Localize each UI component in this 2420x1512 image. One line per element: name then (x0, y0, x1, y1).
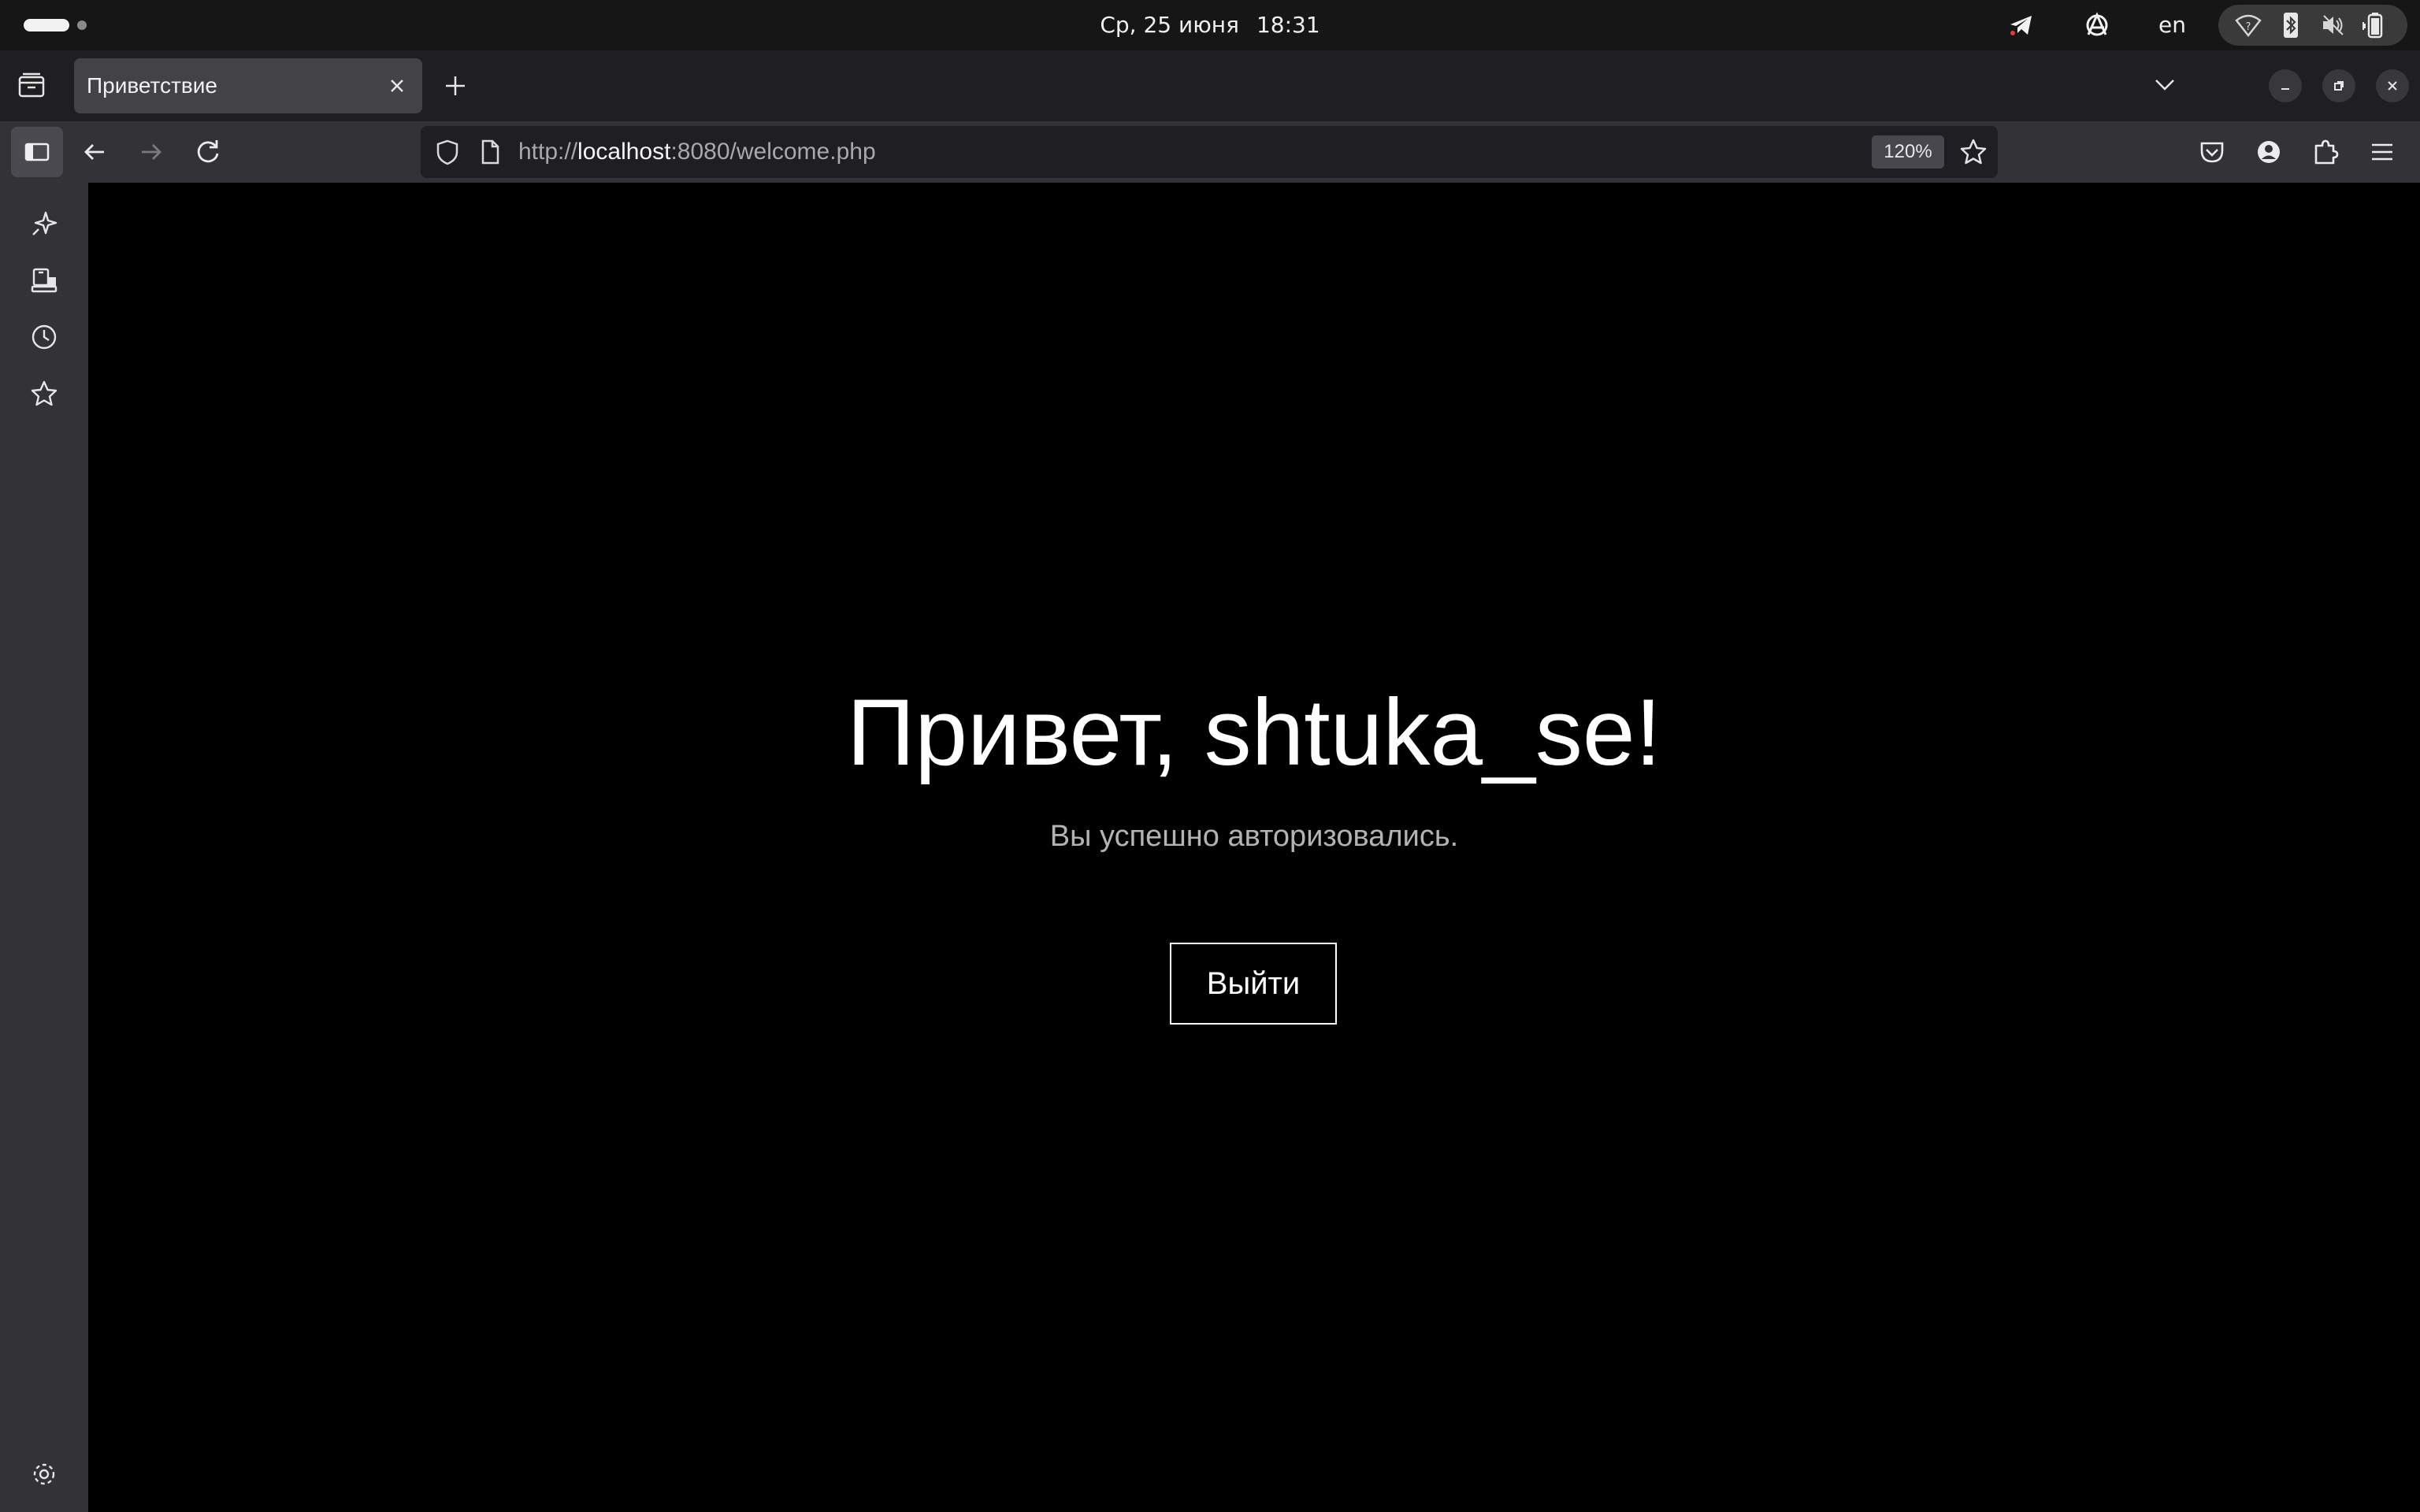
tab-welcome[interactable]: Приветствие (74, 58, 422, 113)
sidebar-toggle-button[interactable] (11, 127, 63, 177)
wifi-icon: ? (2234, 11, 2262, 39)
web-page-content: Привет, shtuka_se! Вы успешно авторизова… (88, 183, 2420, 1512)
ai-chat-sparkle-icon[interactable] (27, 206, 61, 241)
account-icon[interactable] (2251, 135, 2286, 169)
telegram-icon[interactable] (2007, 11, 2036, 39)
browser-sidebar (0, 183, 88, 1512)
bluetooth-icon (2277, 11, 2305, 39)
page-info-icon[interactable] (474, 136, 506, 168)
tab-title: Приветствие (87, 73, 217, 98)
system-top-bar: Ср, 25 июня 18:31 en ? (0, 0, 2420, 50)
new-tab-plus-icon[interactable] (440, 70, 471, 102)
bookmark-star-icon[interactable] (1957, 135, 1990, 169)
anarchy-icon[interactable] (2083, 11, 2111, 39)
clock-time: 18:31 (1256, 12, 1320, 38)
url-host: localhost (577, 139, 671, 165)
minimize-button[interactable] (2269, 69, 2302, 102)
history-clock-icon[interactable] (27, 320, 61, 354)
zoom-level-badge[interactable]: 120% (1872, 135, 1944, 169)
address-bar[interactable]: http://localhost:8080/welcome.php 120% (421, 126, 1998, 178)
url-scheme: http:// (518, 139, 578, 165)
logout-button[interactable]: Выйти (1170, 943, 1337, 1025)
hamburger-menu-icon[interactable] (2365, 135, 2400, 169)
synced-tabs-icon[interactable] (27, 263, 61, 298)
list-tabs-chevron-down-icon[interactable] (2149, 69, 2181, 100)
pocket-icon[interactable] (2195, 135, 2229, 169)
browser-tab-strip: Приветствие (0, 50, 2420, 121)
url-text[interactable]: http://localhost:8080/welcome.php (518, 126, 876, 178)
reload-icon[interactable] (191, 135, 225, 169)
tab-groups-icon[interactable] (16, 70, 47, 102)
clock[interactable]: Ср, 25 июня 18:31 (0, 0, 2420, 50)
keyboard-language[interactable]: en (2158, 0, 2186, 50)
close-window-button[interactable] (2376, 69, 2409, 102)
back-arrow-icon[interactable] (77, 135, 112, 169)
quick-settings[interactable]: ? (2218, 5, 2407, 46)
restore-button[interactable] (2322, 69, 2355, 102)
url-path: :8080/welcome.php (670, 139, 876, 165)
svg-text:?: ? (2246, 21, 2251, 33)
clock-date: Ср, 25 июня (1100, 12, 1239, 38)
extensions-puzzle-icon[interactable] (2308, 135, 2343, 169)
bookmarks-star-icon[interactable] (27, 376, 61, 411)
volume-icon (2319, 11, 2348, 39)
auth-success-message: Вы успешно авторизовались. (1049, 820, 1459, 853)
tab-close-icon[interactable] (383, 72, 411, 100)
settings-gear-icon[interactable] (27, 1457, 61, 1492)
battery-icon (2360, 11, 2388, 39)
navigation-toolbar: http://localhost:8080/welcome.php 120% (0, 121, 2420, 183)
shield-icon[interactable] (432, 136, 463, 168)
forward-arrow-icon[interactable] (134, 135, 169, 169)
welcome-heading: Привет, shtuka_se! (847, 680, 1661, 785)
